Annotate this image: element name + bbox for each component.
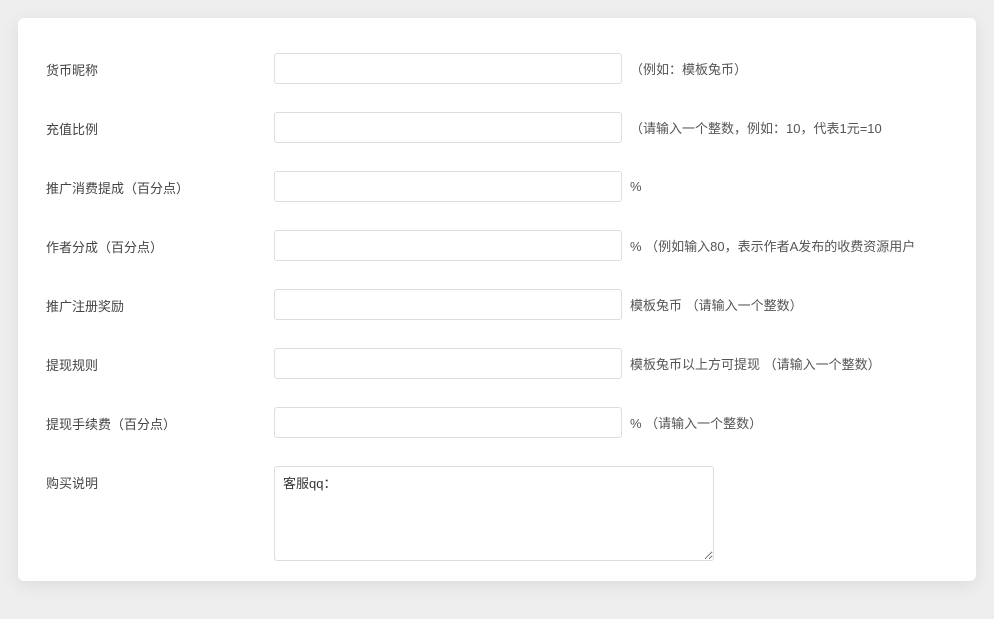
row-currency-nickname: 货币昵称 （例如：模板兔币） <box>46 53 948 84</box>
label-promotion-register-reward: 推广注册奖励 <box>46 289 274 315</box>
row-promotion-register-reward: 推广注册奖励 模板兔币 （请输入一个整数） <box>46 289 948 320</box>
input-wrap-recharge-ratio: （请输入一个整数，例如：10，代表1元=10 <box>274 112 948 143</box>
input-wrap-purchase-notice <box>274 466 948 561</box>
input-wrap-promotion-register-reward: 模板兔币 （请输入一个整数） <box>274 289 948 320</box>
label-author-share: 作者分成（百分点） <box>46 230 274 256</box>
label-recharge-ratio: 充值比例 <box>46 112 274 138</box>
label-withdraw-fee: 提现手续费（百分点） <box>46 407 274 433</box>
input-wrap-promotion-commission: % <box>274 171 948 202</box>
input-promotion-commission[interactable] <box>274 171 622 202</box>
label-withdraw-rule: 提现规则 <box>46 348 274 374</box>
input-withdraw-rule[interactable] <box>274 348 622 379</box>
hint-withdraw-rule: 模板兔币以上方可提现 （请输入一个整数） <box>630 354 881 373</box>
input-promotion-register-reward[interactable] <box>274 289 622 320</box>
row-withdraw-fee: 提现手续费（百分点） % （请输入一个整数） <box>46 407 948 438</box>
input-wrap-author-share: % （例如输入80，表示作者A发布的收费资源用户 <box>274 230 948 261</box>
row-recharge-ratio: 充值比例 （请输入一个整数，例如：10，代表1元=10 <box>46 112 948 143</box>
hint-recharge-ratio: （请输入一个整数，例如：10，代表1元=10 <box>630 118 882 137</box>
textarea-purchase-notice[interactable] <box>274 466 714 561</box>
hint-promotion-commission: % <box>630 179 642 194</box>
label-purchase-notice: 购买说明 <box>46 466 274 492</box>
hint-withdraw-fee: % （请输入一个整数） <box>630 413 762 432</box>
hint-promotion-register-reward: 模板兔币 （请输入一个整数） <box>630 295 803 314</box>
hint-author-share: % （例如输入80，表示作者A发布的收费资源用户 <box>630 236 915 255</box>
input-wrap-withdraw-fee: % （请输入一个整数） <box>274 407 948 438</box>
row-purchase-notice: 购买说明 <box>46 466 948 561</box>
input-wrap-currency-nickname: （例如：模板兔币） <box>274 53 948 84</box>
input-withdraw-fee[interactable] <box>274 407 622 438</box>
label-currency-nickname: 货币昵称 <box>46 53 274 79</box>
input-wrap-withdraw-rule: 模板兔币以上方可提现 （请输入一个整数） <box>274 348 948 379</box>
input-author-share[interactable] <box>274 230 622 261</box>
input-currency-nickname[interactable] <box>274 53 622 84</box>
hint-currency-nickname: （例如：模板兔币） <box>630 59 747 78</box>
row-promotion-commission: 推广消费提成（百分点） % <box>46 171 948 202</box>
row-author-share: 作者分成（百分点） % （例如输入80，表示作者A发布的收费资源用户 <box>46 230 948 261</box>
input-recharge-ratio[interactable] <box>274 112 622 143</box>
settings-form-card: 货币昵称 （例如：模板兔币） 充值比例 （请输入一个整数，例如：10，代表1元=… <box>18 18 976 581</box>
label-promotion-commission: 推广消费提成（百分点） <box>46 171 274 197</box>
row-withdraw-rule: 提现规则 模板兔币以上方可提现 （请输入一个整数） <box>46 348 948 379</box>
